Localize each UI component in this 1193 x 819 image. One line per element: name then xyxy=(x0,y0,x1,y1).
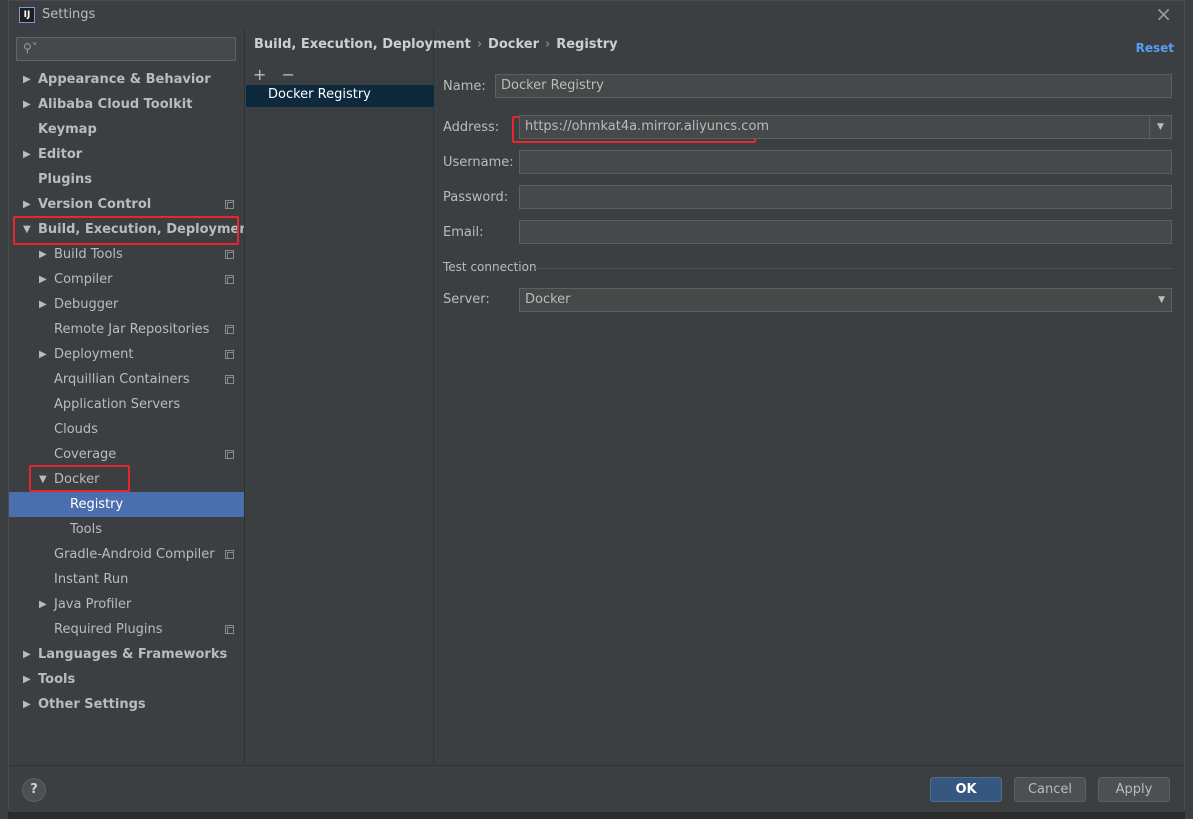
chevron-down-icon[interactable]: ▼ xyxy=(1149,116,1171,138)
close-icon[interactable]: × xyxy=(1155,4,1172,24)
project-settings-icon xyxy=(225,450,234,459)
intellij-app-icon: IJ xyxy=(19,7,35,23)
breadcrumb-separator: › xyxy=(476,37,483,52)
list-toolbar: + − xyxy=(253,65,305,84)
remove-icon[interactable]: − xyxy=(282,65,295,84)
expand-arrow-icon[interactable]: ▶ xyxy=(39,242,51,267)
sidebar-item-editor[interactable]: ▶ Editor xyxy=(9,142,244,167)
sidebar-item-coverage[interactable]: Coverage xyxy=(9,442,244,467)
sidebar-item-languages-frameworks[interactable]: ▶ Languages & Frameworks xyxy=(9,642,244,667)
collapse-arrow-icon[interactable]: ▼ xyxy=(23,217,35,242)
project-settings-icon xyxy=(225,325,234,334)
server-label: Server: xyxy=(443,292,490,307)
sidebar-item-appearance-behavior[interactable]: ▶ Appearance & Behavior xyxy=(9,67,244,92)
settings-dialog: IJ Settings × ⚲˅ ▶ Appearance & Behavior … xyxy=(8,0,1185,812)
background-ide-right xyxy=(1185,0,1193,819)
breadcrumb-item: Docker xyxy=(488,37,539,52)
expand-arrow-icon[interactable]: ▶ xyxy=(23,692,35,717)
sidebar-item-instant-run[interactable]: Instant Run xyxy=(9,567,244,592)
ok-button[interactable]: OK xyxy=(930,777,1002,802)
list-item-docker-registry[interactable]: Docker Registry xyxy=(246,85,434,107)
section-divider xyxy=(535,268,1172,269)
sidebar-item-arquillian-containers[interactable]: Arquillian Containers xyxy=(9,367,244,392)
project-settings-icon xyxy=(225,275,234,284)
sidebar-item-build-tools[interactable]: ▶ Build Tools xyxy=(9,242,244,267)
project-settings-icon xyxy=(225,375,234,384)
help-button[interactable]: ? xyxy=(22,778,46,802)
breadcrumb: Build, Execution, Deployment › Docker › Regi… xyxy=(254,37,618,52)
email-field[interactable] xyxy=(519,220,1172,244)
server-value: Docker xyxy=(525,292,571,307)
sidebar-item-other-settings[interactable]: ▶ Other Settings xyxy=(9,692,244,717)
sidebar-item-tools[interactable]: ▶ Tools xyxy=(9,667,244,692)
project-settings-icon xyxy=(225,550,234,559)
sidebar-item-deployment[interactable]: ▶ Deployment xyxy=(9,342,244,367)
search-input[interactable]: ⚲˅ xyxy=(16,37,236,61)
username-label: Username: xyxy=(443,155,514,170)
sidebar-item-application-servers[interactable]: Application Servers xyxy=(9,392,244,417)
sidebar-item-docker-tools[interactable]: Tools xyxy=(9,517,244,542)
expand-arrow-icon[interactable]: ▶ xyxy=(39,292,51,317)
project-settings-icon xyxy=(225,200,234,209)
expand-arrow-icon[interactable]: ▶ xyxy=(39,267,51,292)
address-combobox[interactable]: https://ohmkat4a.mirror.aliyuncs.com ▼ xyxy=(519,115,1172,139)
address-label: Address: xyxy=(443,120,500,135)
add-icon[interactable]: + xyxy=(253,65,266,84)
server-select[interactable]: Docker ▼ xyxy=(519,288,1172,312)
test-connection-title: Test connection xyxy=(443,260,537,274)
sidebar-item-gradle-android-compiler[interactable]: Gradle-Android Compiler xyxy=(9,542,244,567)
expand-arrow-icon[interactable]: ▶ xyxy=(39,592,51,617)
settings-sidebar: ⚲˅ ▶ Appearance & Behavior ▶ Alibaba Cloud… xyxy=(9,29,255,765)
breadcrumb-item: Build, Execution, Deployment xyxy=(254,37,471,52)
sidebar-item-alibaba-cloud-toolkit[interactable]: ▶ Alibaba Cloud Toolkit xyxy=(9,92,244,117)
window-title: Settings xyxy=(42,7,96,22)
expand-arrow-icon[interactable]: ▶ xyxy=(23,92,35,117)
title-bar: IJ Settings × xyxy=(9,1,1184,29)
sidebar-item-java-profiler[interactable]: ▶ Java Profiler xyxy=(9,592,244,617)
apply-button[interactable]: Apply xyxy=(1098,777,1170,802)
name-label: Name: xyxy=(443,79,486,94)
name-field[interactable]: Docker Registry xyxy=(495,74,1172,98)
sidebar-item-required-plugins[interactable]: Required Plugins xyxy=(9,617,244,642)
sidebar-item-build-execution-deployment[interactable]: ▼ Build, Execution, Deployment xyxy=(9,217,255,242)
sidebar-item-plugins[interactable]: Plugins xyxy=(9,167,244,192)
project-settings-icon xyxy=(225,250,234,259)
cancel-button[interactable]: Cancel xyxy=(1014,777,1086,802)
project-settings-icon xyxy=(225,625,234,634)
username-field[interactable] xyxy=(519,150,1172,174)
sidebar-item-debugger[interactable]: ▶ Debugger xyxy=(9,292,244,317)
expand-arrow-icon[interactable]: ▶ xyxy=(23,642,35,667)
password-label: Password: xyxy=(443,190,509,205)
breadcrumb-separator: › xyxy=(544,37,551,52)
expand-arrow-icon[interactable]: ▶ xyxy=(23,142,35,167)
search-icon: ⚲˅ xyxy=(23,41,38,55)
password-field[interactable] xyxy=(519,185,1172,209)
reset-link[interactable]: Reset xyxy=(1136,41,1174,55)
sidebar-item-remote-jar-repositories[interactable]: Remote Jar Repositories xyxy=(9,317,244,342)
settings-tree: ▶ Appearance & Behavior ▶ Alibaba Cloud To… xyxy=(9,67,255,717)
background-ide-left xyxy=(0,0,8,819)
expand-arrow-icon[interactable]: ▶ xyxy=(39,342,51,367)
sidebar-item-keymap[interactable]: Keymap xyxy=(9,117,244,142)
breadcrumb-item: Registry xyxy=(556,37,618,52)
registry-list-panel: + − Docker Registry xyxy=(244,29,434,765)
sidebar-item-docker[interactable]: ▼ Docker xyxy=(9,467,244,492)
email-label: Email: xyxy=(443,225,484,240)
chevron-down-icon[interactable]: ▼ xyxy=(1158,289,1165,311)
collapse-arrow-icon[interactable]: ▼ xyxy=(39,467,51,492)
expand-arrow-icon[interactable]: ▶ xyxy=(23,67,35,92)
expand-arrow-icon[interactable]: ▶ xyxy=(23,667,35,692)
dialog-button-bar: ? OK Cancel Apply xyxy=(9,765,1184,812)
sidebar-item-compiler[interactable]: ▶ Compiler xyxy=(9,267,244,292)
project-settings-icon xyxy=(225,350,234,359)
sidebar-item-registry[interactable]: Registry xyxy=(9,492,244,517)
sidebar-item-clouds[interactable]: Clouds xyxy=(9,417,244,442)
sidebar-item-version-control[interactable]: ▶ Version Control xyxy=(9,192,244,217)
expand-arrow-icon[interactable]: ▶ xyxy=(23,192,35,217)
address-value: https://ohmkat4a.mirror.aliyuncs.com xyxy=(525,119,770,134)
